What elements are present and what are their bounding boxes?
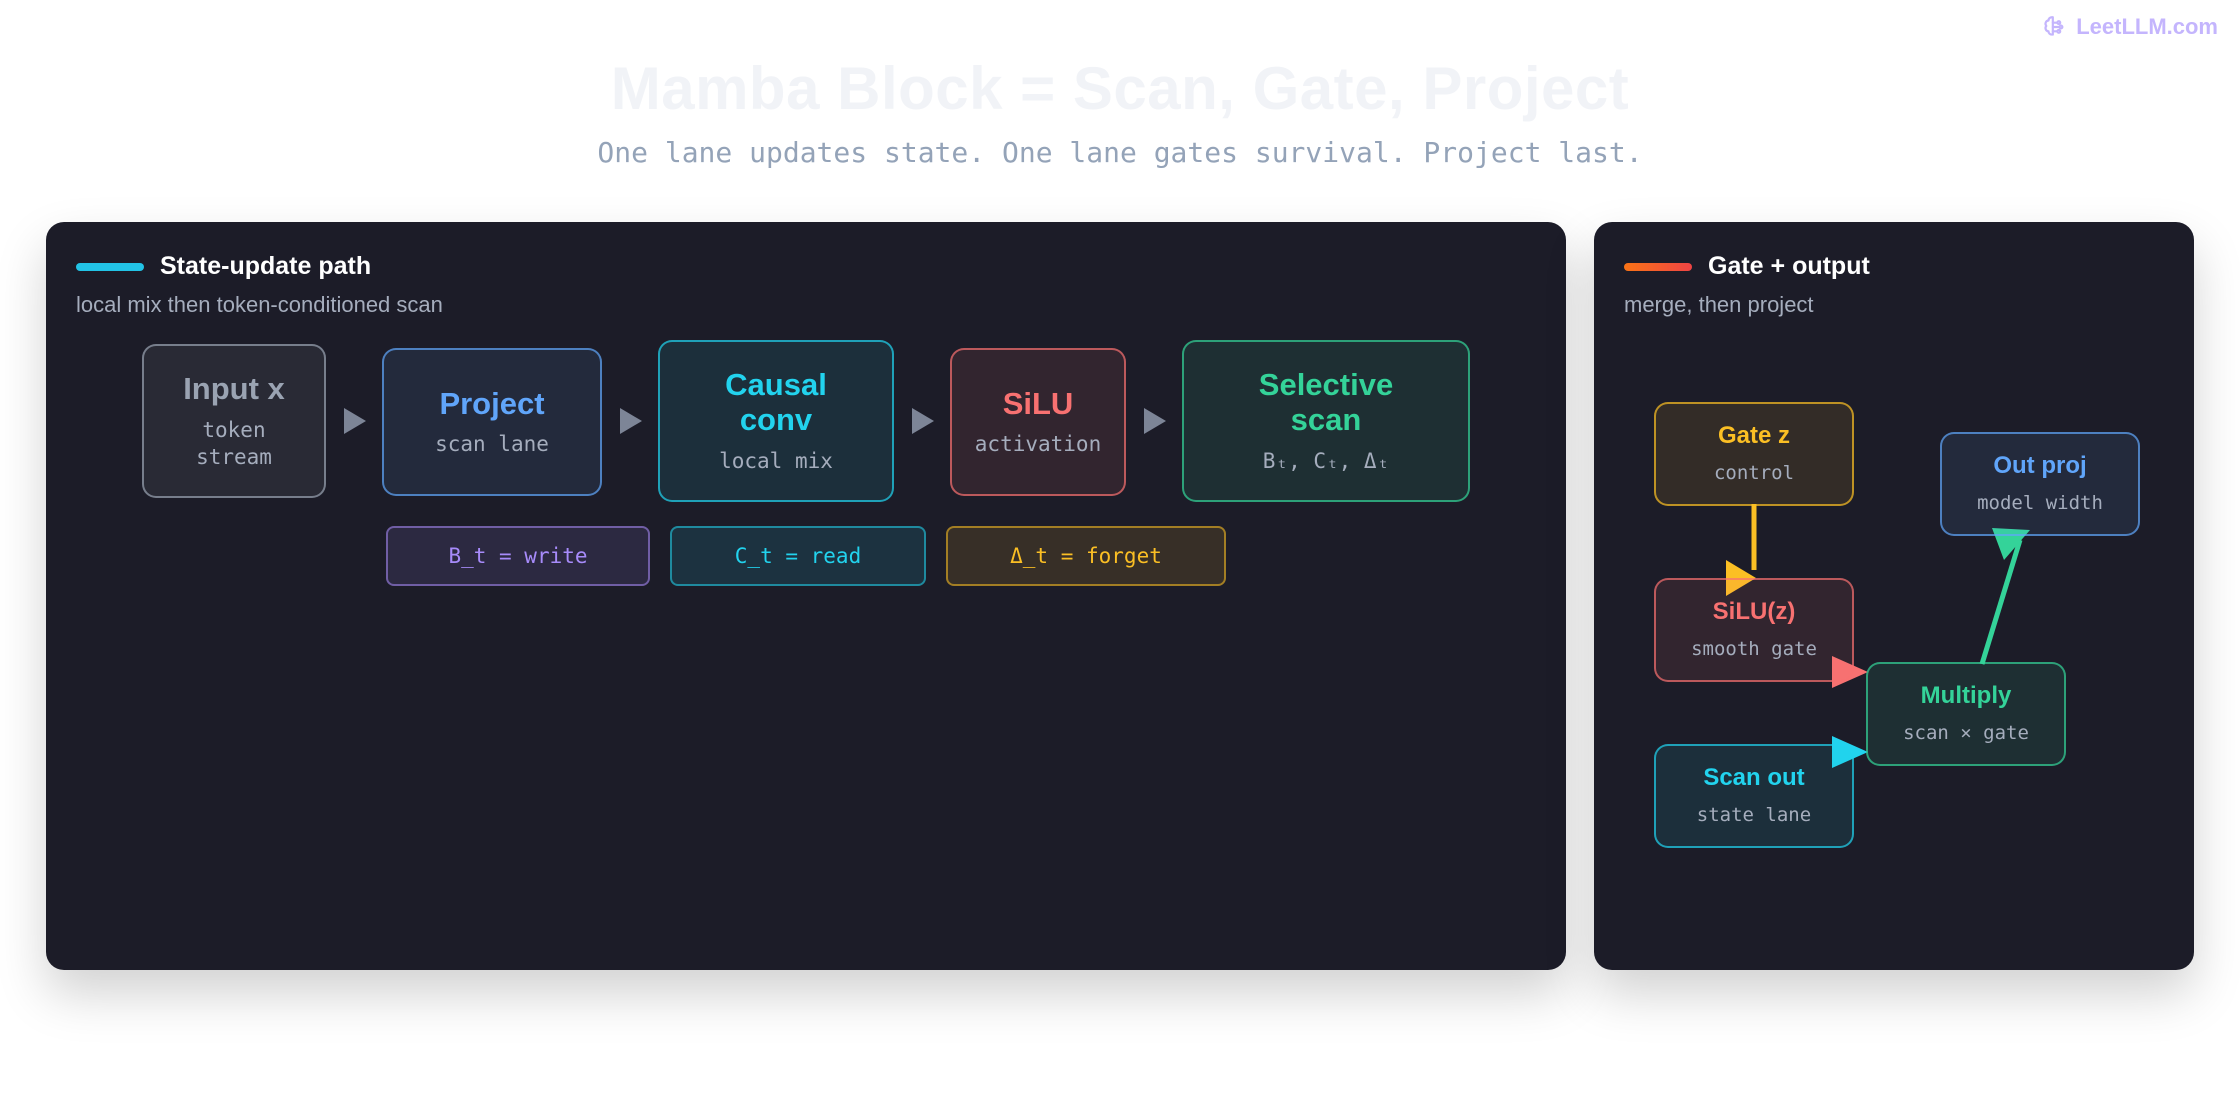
node-subtitle: state lane <box>1696 804 1812 827</box>
wire-multiply-to-outproj <box>1979 539 2023 665</box>
flow-arrow <box>344 408 366 434</box>
node-project: Project scan lane <box>382 348 602 496</box>
panel-accent-bar <box>76 262 144 271</box>
panel-subtitle: local mix then token-conditioned scan <box>76 292 443 317</box>
node-out-proj: Out proj model width <box>1940 432 2140 536</box>
node-subtitle: smooth gate <box>1691 638 1817 661</box>
node-input-x: Input x token stream <box>142 344 326 498</box>
node-subtitle: local mix <box>719 448 833 473</box>
node-title: Project <box>439 385 545 421</box>
node-title: SiLU <box>1002 385 1074 421</box>
brain-icon <box>2044 16 2064 36</box>
page-subtitle: One lane updates state. One lane gates s… <box>597 136 1643 169</box>
node-subtitle: token stream <box>196 417 272 469</box>
chip-c-read: C_t = read <box>670 526 926 586</box>
node-subtitle: Bₜ, Cₜ, Δₜ <box>1262 448 1390 473</box>
node-title: Multiply <box>1920 681 2012 709</box>
node-subtitle: model width <box>1977 492 2103 515</box>
state-update-panel: State-update path local mix then token-c… <box>46 222 1566 970</box>
node-title: Gate z <box>1717 421 1791 449</box>
panel-title: State-update path <box>160 252 372 280</box>
node-title: SiLU(z) <box>1712 597 1796 625</box>
flow-arrow <box>620 408 642 434</box>
node-title: Scan out <box>1703 763 1805 791</box>
node-title: Selective scan <box>1258 366 1394 438</box>
node-subtitle: scan lane <box>435 432 549 457</box>
gate-output-panel: Gate + output merge, then project Gate z… <box>1594 222 2194 970</box>
brand-label: LeetLLM.com <box>2076 14 2218 39</box>
node-multiply: Multiply scan × gate <box>1866 662 2066 766</box>
node-title: Out proj <box>1993 451 2087 479</box>
node-selective-scan: Selective scan Bₜ, Cₜ, Δₜ <box>1182 340 1470 502</box>
node-silu-z: SiLU(z) smooth gate <box>1654 578 1854 682</box>
node-subtitle: control <box>1713 462 1795 485</box>
node-causal-conv: Causal conv local mix <box>658 340 894 502</box>
panel-header: State-update path <box>76 252 371 281</box>
node-silu: SiLU activation <box>950 348 1126 496</box>
node-gate-z: Gate z control <box>1654 402 1854 506</box>
node-subtitle: scan × gate <box>1903 722 2029 745</box>
chip-delta-forget: Δ_t = forget <box>946 526 1226 586</box>
node-title: Input x <box>183 370 285 406</box>
brand-logo[interactable]: LeetLLM.com <box>2042 14 2218 40</box>
chip-b-write: B_t = write <box>386 526 650 586</box>
node-scan-out: Scan out state lane <box>1654 744 1854 848</box>
page-title: Mamba Block = Scan, Gate, Project <box>610 55 1630 122</box>
flow-arrow <box>912 408 934 434</box>
node-subtitle: activation <box>974 432 1102 457</box>
flow-arrow <box>1144 408 1166 434</box>
node-title: Causal conv <box>725 366 827 438</box>
